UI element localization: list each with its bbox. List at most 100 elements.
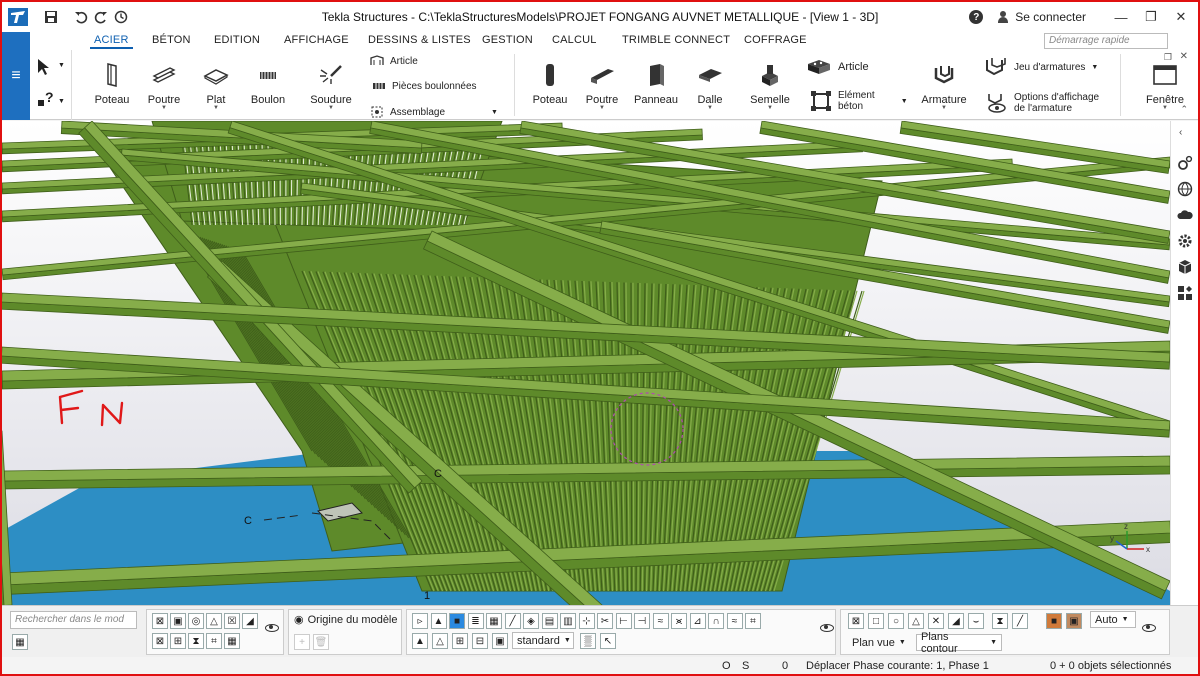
rebar-button[interactable]: Armature ▼	[920, 50, 968, 120]
tab-gestion[interactable]: GESTION	[482, 34, 533, 46]
snap-cut-icon[interactable]: ✂	[597, 613, 613, 629]
model-scene[interactable]: F N C C 1 z y x	[2, 121, 1170, 605]
visibility-eye-icon[interactable]	[265, 624, 279, 632]
view-snap-line-icon[interactable]: ╱	[1012, 613, 1028, 629]
snap-right-icon[interactable]: ⊣	[634, 613, 650, 629]
gear-icon[interactable]	[1177, 233, 1193, 249]
auto-combo[interactable]: Auto ▼	[1090, 611, 1136, 628]
rebar-display-options-button[interactable]: Options d'affichage de l'armature	[986, 92, 1099, 114]
view-snap-geom-icon[interactable]: □	[868, 613, 884, 629]
steel-beam-caret-icon[interactable]: ▼	[161, 105, 167, 111]
sign-in-button[interactable]: Se connecter	[997, 10, 1086, 24]
redo-icon[interactable]	[92, 8, 110, 26]
snap-hatch2-icon[interactable]: ▥	[560, 613, 576, 629]
snap-visibility-eye-icon[interactable]	[820, 624, 834, 632]
select-components-icon[interactable]: ⊠	[152, 613, 168, 629]
rebar-set-button[interactable]: Jeu d'armatures ▼	[984, 56, 1098, 78]
contour-plane-combo[interactable]: Plans contour ▼	[916, 631, 1002, 655]
weld-caret-icon[interactable]: ▼	[328, 105, 334, 111]
tab-calcul[interactable]: CALCUL	[552, 34, 597, 46]
snap-lines-icon[interactable]: ≣	[467, 613, 484, 629]
concrete-column-button[interactable]: Poteau	[530, 50, 570, 120]
panel-close-icon[interactable]: ✕	[1180, 51, 1188, 62]
view-snap-center-icon[interactable]: ○	[888, 613, 904, 629]
select-welds-icon[interactable]: △	[206, 613, 222, 629]
status-ortho[interactable]: O	[722, 660, 731, 672]
concrete-beam-caret-icon[interactable]: ▼	[599, 105, 605, 111]
snap-corner-icon[interactable]: ⊿	[689, 613, 706, 629]
view-snap-mid-icon[interactable]: △	[908, 613, 924, 629]
concrete-slab-button[interactable]: Dalle ▼	[690, 50, 730, 120]
select-planes-icon[interactable]: ◢	[242, 613, 258, 629]
concrete-beam-button[interactable]: Poutre ▼	[582, 50, 622, 120]
concrete-element-button[interactable]: Elément béton ▼	[810, 90, 908, 112]
query-icon[interactable]: ?	[36, 90, 58, 108]
model-search-input[interactable]: Rechercher dans le mod	[10, 611, 137, 629]
snap-left-icon[interactable]: ⊢	[615, 613, 632, 629]
side-pane-collapse-icon[interactable]: ‹	[1179, 127, 1182, 138]
weld-button[interactable]: Soudure ▼	[308, 50, 354, 120]
steel-beam-button[interactable]: Poutre ▼	[144, 50, 184, 120]
cube-icon[interactable]	[1177, 259, 1193, 275]
snap-triangle-icon[interactable]: ▲	[430, 613, 447, 629]
save-icon[interactable]	[42, 8, 60, 26]
view-snap-hourglass-icon[interactable]: ⧗	[992, 613, 1008, 629]
snap-wave2-icon[interactable]: ≈	[726, 613, 743, 629]
add-origin-icon[interactable]: +	[294, 634, 310, 650]
steel-column-button[interactable]: Poteau	[92, 50, 132, 120]
snap-hatch-icon[interactable]: ▤	[541, 613, 558, 629]
panel-restore-icon[interactable]: ❐	[1164, 52, 1172, 63]
view-plane-combo[interactable]: Plan vue ▼	[848, 634, 910, 651]
window-caret-icon[interactable]: ▼	[1162, 105, 1168, 111]
snap-star-icon[interactable]: ⊹	[578, 613, 595, 629]
close-button[interactable]: ✕	[1168, 6, 1194, 28]
snap-snapgrid-icon[interactable]: ⊟	[472, 633, 488, 649]
tab-coffrage[interactable]: COFFRAGE	[744, 34, 807, 46]
select-points-icon[interactable]: ⊞	[170, 633, 186, 649]
model-view-3d[interactable]: F N C C 1 z y x	[2, 121, 1170, 605]
snap-point-icon[interactable]: △	[432, 633, 448, 649]
concrete-panel-button[interactable]: Panneau	[634, 50, 678, 120]
concrete-slab-caret-icon[interactable]: ▼	[707, 105, 713, 111]
snap-free-icon[interactable]: ⌗	[745, 613, 761, 629]
snap-wave-icon[interactable]: ≈	[652, 613, 669, 629]
view-snap-arc-icon[interactable]: ⌣	[968, 613, 984, 629]
property-settings-icon[interactable]	[1177, 155, 1193, 171]
steel-plate-caret-icon[interactable]: ▼	[213, 105, 219, 111]
snap-merge-icon[interactable]: ⪤	[671, 613, 687, 629]
snap-pointer-icon[interactable]: ↖	[600, 633, 616, 649]
query-caret-icon[interactable]: ▼	[58, 98, 65, 105]
connection-caret-icon[interactable]: ▼	[491, 109, 498, 116]
bolted-parts-button[interactable]: Pièces boulonnées	[372, 80, 477, 92]
concrete-article-button[interactable]: Article	[806, 58, 869, 76]
bolt-button[interactable]: Boulon	[248, 50, 288, 120]
view-snap-intersect-icon[interactable]: ✕	[928, 613, 944, 629]
select-grids-icon[interactable]: ⧗	[188, 633, 204, 649]
rebar-set-caret-icon[interactable]: ▼	[1091, 64, 1098, 71]
snap-workplane-icon[interactable]: ⊞	[452, 633, 468, 649]
steel-plate-button[interactable]: Plat ▼	[196, 50, 236, 120]
snap-geometry-icon[interactable]: ▣	[492, 633, 508, 649]
globe-icon[interactable]	[1177, 181, 1193, 197]
standard-combo[interactable]: standard ▼	[512, 632, 574, 649]
snap-plane-icon[interactable]: ▲	[412, 633, 428, 649]
status-snap[interactable]: S	[742, 660, 749, 672]
delete-origin-icon[interactable]: 🗑	[313, 634, 329, 650]
minimize-button[interactable]: —	[1108, 6, 1134, 28]
select-views-icon[interactable]: ▦	[224, 633, 240, 649]
select-cuts-icon[interactable]: ☒	[224, 613, 240, 629]
footing-caret-icon[interactable]: ▼	[767, 105, 773, 111]
restore-button[interactable]: ❐	[1138, 6, 1164, 28]
select-bolts-icon[interactable]: ◎	[188, 613, 204, 629]
cloud-icon[interactable]	[1177, 207, 1193, 223]
tab-dessins-listes[interactable]: DESSINS & LISTES	[368, 34, 471, 46]
footing-button[interactable]: Semelle ▼	[748, 50, 792, 120]
concrete-element-caret-icon[interactable]: ▼	[901, 98, 908, 105]
snap-arrow-icon[interactable]: ▹	[412, 613, 428, 629]
select-reference-icon[interactable]: ⌗	[206, 633, 222, 649]
view-snap-ref-icon[interactable]: ⊠	[848, 613, 864, 629]
snap-square-icon[interactable]: ■	[449, 613, 465, 629]
select-arrow-caret-icon[interactable]: ▼	[58, 62, 65, 69]
snap-arc-icon[interactable]: ∩	[708, 613, 724, 629]
undo-icon[interactable]	[72, 8, 90, 26]
